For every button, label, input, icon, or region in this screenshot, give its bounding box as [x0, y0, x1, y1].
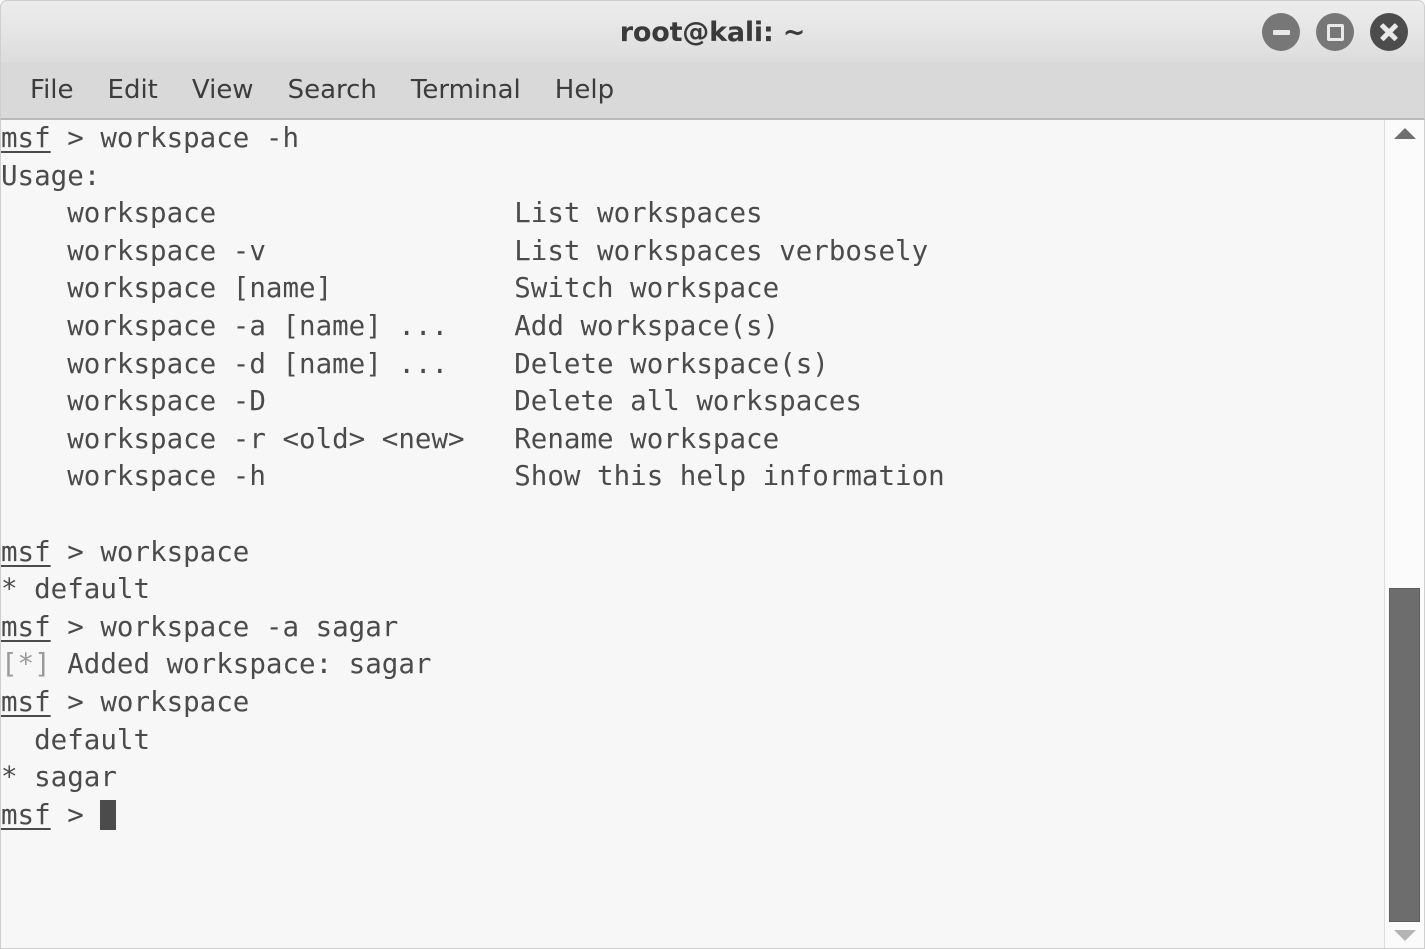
terminal-line: workspace List workspaces	[1, 197, 763, 230]
scrollbar-thumb[interactable]	[1388, 588, 1420, 922]
menu-item-view[interactable]: View	[175, 75, 271, 107]
terminal-line: workspace [name] Switch workspace	[1, 272, 780, 305]
shell-prompt: msf	[1, 798, 51, 831]
terminal-line: workspace -v List workspaces verbosely	[1, 234, 929, 267]
status-marker: [*]	[1, 648, 51, 681]
shell-prompt: msf	[1, 685, 51, 718]
terminal-window: root@kali: ~ File Edit View Search Termi…	[0, 0, 1425, 949]
maximize-button[interactable]	[1316, 13, 1354, 51]
window-controls	[1262, 13, 1408, 51]
menu-item-search[interactable]: Search	[271, 75, 394, 107]
terminal-line: msf > workspace -h	[1, 120, 1384, 158]
minimize-button[interactable]	[1262, 13, 1300, 51]
command-text: > workspace -a sagar	[50, 610, 399, 643]
terminal-line: msf > workspace	[1, 684, 1384, 722]
shell-prompt: msf	[1, 535, 51, 568]
terminal-line: workspace -d [name] ... Delete workspace…	[1, 347, 829, 380]
terminal-scrollbar[interactable]	[1384, 120, 1424, 948]
terminal-line: default	[1, 723, 151, 756]
menu-item-file[interactable]: File	[13, 75, 91, 107]
terminal-line: workspace -r <old> <new> Rename workspac…	[1, 422, 780, 455]
terminal-line: * sagar	[1, 761, 117, 794]
shell-prompt: msf	[1, 122, 51, 154]
terminal-line: msf > workspace	[1, 534, 1384, 572]
terminal-line: workspace -a [name] ... Add workspace(s)	[1, 309, 780, 342]
terminal-line: [*] Added workspace: sagar	[1, 646, 1384, 684]
window-title: root@kali: ~	[619, 16, 806, 48]
text-cursor	[100, 799, 117, 830]
terminal-body: msf > workspace -h Usage: workspace List …	[0, 120, 1425, 949]
command-text: >	[50, 798, 101, 831]
terminal-line: msf >	[1, 797, 1384, 835]
close-button[interactable]	[1370, 13, 1408, 51]
minus-icon	[1272, 29, 1290, 35]
command-text: > workspace	[50, 535, 250, 568]
scrollbar-track[interactable]	[1384, 146, 1424, 922]
triangle-up-icon	[1393, 127, 1416, 139]
scroll-up-button[interactable]	[1385, 120, 1425, 146]
titlebar[interactable]: root@kali: ~	[0, 0, 1425, 63]
terminal-line: * default	[1, 573, 151, 606]
terminal-output[interactable]: msf > workspace -h Usage: workspace List …	[1, 120, 1384, 948]
terminal-line: workspace -D Delete all workspaces	[1, 385, 862, 418]
shell-prompt: msf	[1, 610, 51, 643]
menu-item-help[interactable]: Help	[538, 75, 631, 107]
status-text: Added workspace: sagar	[50, 648, 432, 681]
menu-item-terminal[interactable]: Terminal	[394, 75, 538, 107]
command-text: > workspace -h	[50, 122, 300, 154]
menubar: File Edit View Search Terminal Help	[0, 63, 1425, 120]
command-text: > workspace	[50, 685, 250, 718]
terminal-line: msf > workspace -a sagar	[1, 609, 1384, 647]
terminal-line: workspace -h Show this help information	[1, 460, 945, 493]
square-icon	[1326, 23, 1344, 41]
triangle-down-icon	[1393, 929, 1416, 941]
menu-item-edit[interactable]: Edit	[91, 75, 175, 107]
terminal-line: Usage:	[1, 159, 101, 192]
close-x-icon	[1380, 23, 1399, 42]
scroll-down-button[interactable]	[1385, 922, 1425, 948]
